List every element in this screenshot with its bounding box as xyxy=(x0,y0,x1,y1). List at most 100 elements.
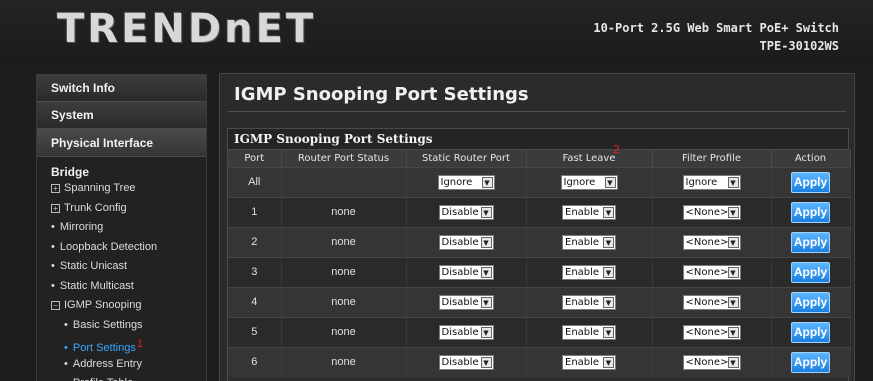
filter-profile-select[interactable]: <None> ▼ xyxy=(682,294,741,310)
sidebar-item-trunk-config[interactable]: + Trunk Config xyxy=(37,199,206,219)
chevron-down-icon: ▼ xyxy=(480,206,492,218)
col-port: Port xyxy=(228,150,282,167)
apply-button[interactable]: Apply xyxy=(791,171,830,193)
product-model-number: TPE-30102WS xyxy=(759,39,839,53)
bullet-icon: • xyxy=(64,318,68,331)
chevron-down-icon: ▼ xyxy=(727,206,739,218)
sidebar-item-static-unicast[interactable]: • Static Unicast xyxy=(37,257,206,277)
apply-button[interactable]: Apply xyxy=(791,351,830,373)
select-value: Enable xyxy=(565,356,600,368)
sidebar-subitem-port-settings[interactable]: • Port Settings1 xyxy=(37,335,206,355)
bullet-icon: • xyxy=(51,279,55,292)
select-value: Disable xyxy=(441,326,479,338)
static-router-port-select[interactable]: Disable ▼ xyxy=(438,234,494,250)
sidebar-subitem-label: Port Settings xyxy=(72,342,136,354)
static-router-port-select[interactable]: Ignore ▼ xyxy=(437,174,495,190)
sidebar-item-igmp-snooping[interactable]: − IGMP Snooping xyxy=(37,296,206,316)
fast-leave-select[interactable]: Enable ▼ xyxy=(562,234,616,250)
annotation-marker-2: 2 xyxy=(613,143,620,156)
chevron-down-icon: ▼ xyxy=(480,296,492,308)
sidebar-subitem-label: Address Entry xyxy=(72,357,142,370)
select-value: Ignore xyxy=(440,176,473,188)
header-bar: TRENDnET 10-Port 2.5G Web Smart PoE+ Swi… xyxy=(0,0,873,66)
sidebar-subitem-basic-settings[interactable]: • Basic Settings xyxy=(37,316,206,336)
filter-profile-select[interactable]: <None> ▼ xyxy=(682,204,741,220)
fast-leave-select[interactable]: Enable ▼ xyxy=(562,264,616,280)
select-value: Enable xyxy=(565,326,600,338)
router-port-status-cell: none xyxy=(281,346,407,377)
router-port-status-cell xyxy=(281,166,407,197)
col-filter-profile: Filter Profile xyxy=(652,150,772,167)
select-value: <None> xyxy=(685,296,729,308)
panel-title: IGMP Snooping Port Settings xyxy=(228,129,848,150)
sidebar-item-label: Trunk Config xyxy=(64,201,127,214)
filter-profile-select[interactable]: <None> ▼ xyxy=(682,234,741,250)
select-value: <None> xyxy=(685,326,729,338)
static-router-port-select[interactable]: Disable ▼ xyxy=(438,204,494,220)
col-action: Action xyxy=(771,150,851,167)
static-router-port-select[interactable]: Disable ▼ xyxy=(438,354,494,370)
sidebar-item-label: IGMP Snooping xyxy=(64,299,142,311)
chevron-down-icon: ▼ xyxy=(603,206,614,218)
select-value: <None> xyxy=(685,266,729,278)
fast-leave-select[interactable]: Ignore ▼ xyxy=(560,174,618,190)
select-value: Enable xyxy=(565,266,600,278)
chevron-down-icon: ▼ xyxy=(727,176,739,188)
static-router-port-select[interactable]: Disable ▼ xyxy=(438,294,494,310)
bullet-icon: • xyxy=(64,357,68,370)
bullet-icon: • xyxy=(51,221,55,233)
sidebar-subitem-profile-table[interactable]: • Profile Table xyxy=(37,374,206,381)
fast-leave-select[interactable]: Enable ▼ xyxy=(562,294,616,310)
annotation-marker-1: 1 xyxy=(136,338,143,350)
filter-profile-select[interactable]: <None> ▼ xyxy=(682,264,741,280)
sidebar-item-static-multicast[interactable]: • Static Multicast xyxy=(37,277,206,297)
sidebar-subitem-label: Profile Table xyxy=(73,377,133,381)
bullet-icon: • xyxy=(64,377,68,381)
chevron-down-icon: ▼ xyxy=(603,356,614,368)
chevron-down-icon: ▼ xyxy=(727,236,739,248)
table-row: 5 none Disable ▼ Enable ▼ <None> ▼ Apply xyxy=(228,316,851,347)
filter-profile-select[interactable]: <None> ▼ xyxy=(682,354,741,370)
sidebar-item-spanning-tree[interactable]: + Spanning Tree xyxy=(37,179,206,199)
col-static-router-port: Static Router Port xyxy=(406,150,527,167)
port-cell: 3 xyxy=(228,256,282,287)
fast-leave-select[interactable]: Enable ▼ xyxy=(562,354,616,370)
port-cell: 4 xyxy=(228,286,282,317)
fast-leave-select[interactable]: Enable ▼ xyxy=(562,204,616,220)
table-header-row: Port Router Port Status Static Router Po… xyxy=(228,150,851,167)
apply-button[interactable]: Apply xyxy=(791,291,830,313)
static-router-port-select[interactable]: Disable ▼ xyxy=(438,264,494,280)
nav-bridge-title[interactable]: Bridge xyxy=(37,157,206,179)
col-router-port-status: Router Port Status xyxy=(281,150,407,167)
select-value: Disable xyxy=(441,296,479,308)
fast-leave-select[interactable]: Enable ▼ xyxy=(562,324,616,340)
apply-button[interactable]: Apply xyxy=(791,321,830,343)
product-name: 10-Port 2.5G Web Smart PoE+ Switch TPE-3… xyxy=(593,19,839,55)
static-router-port-select[interactable]: Disable ▼ xyxy=(438,324,494,340)
product-model-desc: 10-Port 2.5G Web Smart PoE+ Switch xyxy=(593,21,839,35)
apply-button[interactable]: Apply xyxy=(791,201,830,223)
router-port-status-cell: none xyxy=(281,226,407,257)
nav-switch-info[interactable]: Switch Info xyxy=(37,75,206,102)
chevron-down-icon: ▼ xyxy=(727,266,739,278)
col-fast-leave: Fast Leave xyxy=(526,150,653,167)
sidebar-item-loopback-detection[interactable]: • Loopback Detection xyxy=(37,238,206,258)
port-cell: 2 xyxy=(228,226,282,257)
filter-profile-select[interactable]: Ignore ▼ xyxy=(682,174,741,190)
select-value: Enable xyxy=(565,206,600,218)
table-row: 2 none Disable ▼ Enable ▼ <None> ▼ Apply xyxy=(228,226,851,257)
sidebar-item-mirroring[interactable]: • Mirroring xyxy=(37,218,206,238)
chevron-down-icon: ▼ xyxy=(480,356,492,368)
nav-physical-interface[interactable]: Physical Interface xyxy=(37,129,206,157)
router-port-status-cell: none xyxy=(281,256,407,287)
sidebar-nav: Switch Info System Physical Interface Br… xyxy=(36,74,207,381)
table-row: 4 none Disable ▼ Enable ▼ <None> ▼ Apply xyxy=(228,286,851,317)
select-value: Enable xyxy=(565,296,600,308)
apply-button[interactable]: Apply xyxy=(791,261,830,283)
filter-profile-select[interactable]: <None> ▼ xyxy=(682,324,741,340)
apply-button[interactable]: Apply xyxy=(791,231,830,253)
port-cell: 1 xyxy=(228,196,282,227)
sidebar-item-label: Static Unicast xyxy=(59,260,128,272)
nav-system[interactable]: System xyxy=(37,102,206,129)
sidebar-subitem-address-entry[interactable]: • Address Entry xyxy=(37,355,206,375)
